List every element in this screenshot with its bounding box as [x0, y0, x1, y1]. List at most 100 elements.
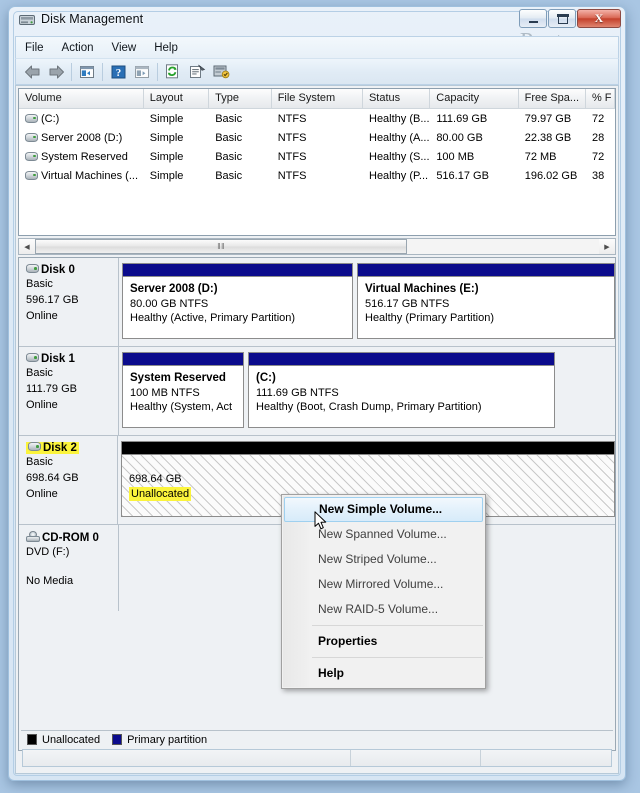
partition-system-reserved[interactable]: System Reserved 100 MB NTFS Healthy (Sys…: [122, 352, 244, 428]
cell-file-system: NTFS: [277, 131, 307, 144]
partition-color-bar: [249, 353, 554, 366]
cell-percent-free: 28: [592, 131, 605, 144]
partition-title: (C:): [256, 372, 276, 384]
show-hide-console-tree-button[interactable]: [130, 60, 154, 83]
disk-title-disk-1: Disk 1: [26, 353, 118, 365]
disk-info-disk-0[interactable]: Disk 0 Basic 596.17 GB Online: [19, 258, 119, 346]
column-header-file-system[interactable]: File System: [272, 89, 363, 108]
cell-free-space: 22.38 GB: [524, 131, 572, 144]
maximize-icon: [557, 14, 569, 24]
forward-button[interactable]: [44, 60, 68, 83]
window-controls: X: [519, 9, 621, 28]
legend: Unallocated Primary partition: [21, 730, 613, 748]
status-bar: [22, 749, 612, 767]
status-cell-1: [23, 750, 351, 766]
partition-virtual-machines-e[interactable]: Virtual Machines (E:) 516.17 GB NTFS Hea…: [357, 263, 615, 339]
properties-button[interactable]: [185, 60, 209, 83]
disk-partitions-disk-0: Server 2008 (D:) 80.00 GB NTFS Healthy (…: [119, 258, 615, 346]
cell-percent-free: 38: [592, 169, 605, 182]
disk-name-label: CD-ROM 0: [42, 532, 99, 544]
disk-row-disk-1[interactable]: Disk 1 Basic 111.79 GB Online System Res…: [19, 347, 615, 436]
table-row[interactable]: Virtual Machines (... Simple Basic NTFS …: [19, 166, 615, 185]
volume-list[interactable]: Volume Layout Type File System Status Ca…: [18, 88, 616, 236]
legend-swatch-unallocated: [27, 734, 37, 745]
scrollbar-track[interactable]: ‖‖: [35, 239, 599, 254]
context-menu-item-new-mirrored-volume: New Mirrored Volume...: [318, 577, 444, 591]
menu-view[interactable]: View: [103, 40, 146, 56]
column-header-percent-free[interactable]: % F: [586, 89, 615, 108]
close-button[interactable]: X: [577, 9, 621, 28]
up-one-level-icon: [80, 65, 94, 78]
cell-volume: Server 2008 (D:): [19, 132, 144, 144]
cell-volume-label: (C:): [41, 112, 60, 125]
partition-server-2008-d[interactable]: Server 2008 (D:) 80.00 GB NTFS Healthy (…: [122, 263, 353, 339]
disk-info-cdrom-0[interactable]: CD-ROM 0 DVD (F:) No Media: [19, 525, 119, 611]
minimize-button[interactable]: [519, 9, 547, 28]
disk-row-disk-0[interactable]: Disk 0 Basic 596.17 GB Online Server 200…: [19, 258, 615, 347]
toolbar-separator: [157, 62, 158, 81]
cell-status: Healthy (A...: [369, 131, 430, 144]
partition-details: Virtual Machines (E:) 516.17 GB NTFS Hea…: [358, 277, 614, 326]
rescan-disks-button[interactable]: [209, 60, 233, 83]
context-menu-item-new-simple-volume[interactable]: New Simple Volume...: [284, 497, 483, 522]
column-header-free-space[interactable]: Free Spa...: [519, 89, 586, 108]
cell-free-space: 196.02 GB: [524, 169, 578, 182]
menu-action[interactable]: Action: [53, 40, 103, 56]
cell-type: Basic: [215, 150, 243, 163]
partition-c[interactable]: (C:) 111.69 GB NTFS Healthy (Boot, Crash…: [248, 352, 555, 428]
cell-file-system: NTFS: [277, 169, 307, 182]
context-menu-item-help[interactable]: Help: [282, 661, 485, 686]
context-menu[interactable]: New Simple Volume... New Spanned Volume.…: [281, 494, 486, 689]
scroll-right-button[interactable]: ▶: [599, 239, 615, 254]
cell-volume: System Reserved: [19, 151, 144, 163]
disk-info-disk-2[interactable]: Disk 2 Basic 698.64 GB Online: [19, 436, 118, 524]
maximize-button[interactable]: [548, 9, 576, 28]
partition-details: (C:) 111.69 GB NTFS Healthy (Boot, Crash…: [249, 366, 554, 415]
disk-partitions-disk-1: System Reserved 100 MB NTFS Healthy (Sys…: [119, 347, 615, 435]
partition-status: Healthy (Active, Primary Partition): [130, 312, 296, 324]
show-hide-console-tree-icon: [135, 65, 149, 78]
scrollbar-thumb[interactable]: ‖‖: [35, 239, 408, 254]
table-row[interactable]: (C:) Simple Basic NTFS Healthy (B... 111…: [19, 109, 615, 128]
up-one-level-button[interactable]: [75, 60, 99, 83]
partition-size: 516.17 GB NTFS: [365, 297, 450, 310]
scroll-left-button[interactable]: ◀: [19, 239, 35, 254]
status-cell-2: [351, 750, 481, 766]
column-header-type[interactable]: Type: [209, 89, 272, 108]
forward-icon: [49, 65, 64, 78]
cell-layout: Simple: [149, 112, 184, 125]
column-header-layout[interactable]: Layout: [144, 89, 210, 108]
horizontal-scrollbar[interactable]: ◀ ‖‖ ▶: [18, 238, 616, 255]
disk-size-disk-2: 698.64 GB: [26, 472, 79, 484]
cell-layout: Simple: [149, 169, 184, 182]
partition-status: Healthy (Boot, Crash Dump, Primary Parti…: [256, 401, 482, 413]
menu-file[interactable]: File: [16, 40, 53, 56]
menu-help[interactable]: Help: [145, 40, 187, 56]
disk-state-disk-2: Online: [26, 488, 58, 500]
partition-size: 100 MB NTFS: [130, 386, 200, 399]
disk-title-disk-2: Disk 2: [26, 442, 117, 454]
menu-bar: File Action View Help: [15, 36, 619, 58]
scrollbar-grip: ‖‖: [217, 242, 226, 251]
cell-capacity: 80.00 GB: [436, 131, 483, 144]
title-bar[interactable]: Disk Management X: [9, 7, 625, 35]
column-header-volume[interactable]: Volume: [19, 89, 144, 108]
partition-color-bar: [123, 353, 243, 366]
cell-status: Healthy (P...: [369, 169, 429, 182]
legend-item-unallocated: Unallocated: [27, 734, 100, 746]
cell-file-system: NTFS: [277, 150, 307, 163]
column-header-capacity[interactable]: Capacity: [430, 89, 519, 108]
disk-type-disk-0: Basic: [26, 278, 53, 290]
back-icon: [24, 65, 39, 78]
context-menu-item-properties[interactable]: Properties: [282, 629, 485, 654]
column-header-status[interactable]: Status: [363, 89, 431, 108]
disk-info-disk-1[interactable]: Disk 1 Basic 111.79 GB Online: [19, 347, 119, 435]
help-button[interactable]: ?: [106, 60, 130, 83]
back-button[interactable]: [20, 60, 44, 83]
table-row[interactable]: Server 2008 (D:) Simple Basic NTFS Healt…: [19, 128, 615, 147]
table-row[interactable]: System Reserved Simple Basic NTFS Health…: [19, 147, 615, 166]
refresh-button[interactable]: [161, 60, 185, 83]
partition-size: 111.69 GB NTFS: [256, 386, 339, 399]
cell-percent-free: 72: [592, 150, 605, 163]
legend-item-primary-partition: Primary partition: [112, 734, 207, 746]
